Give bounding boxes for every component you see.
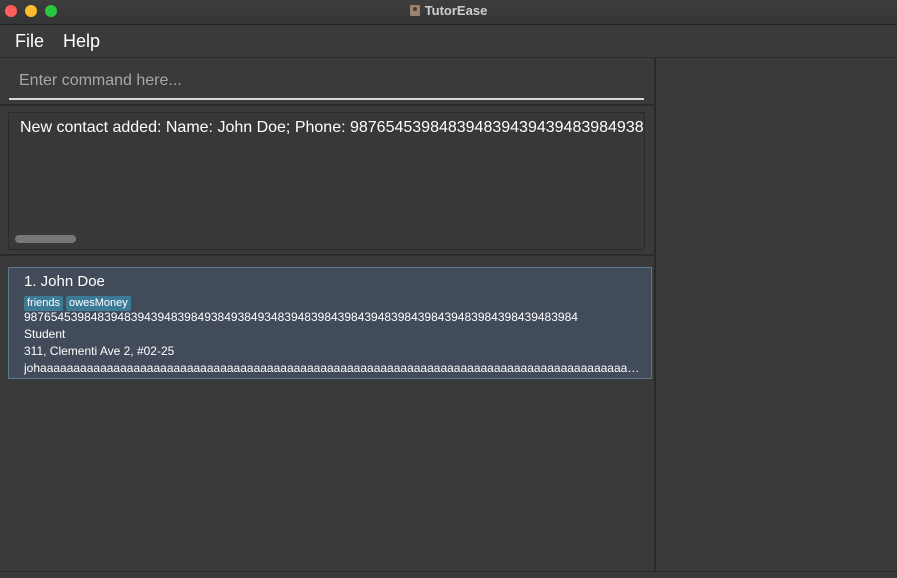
app-icon (409, 5, 420, 16)
title-bar: TutorEase (0, 0, 897, 25)
right-pane (656, 58, 897, 571)
menu-bar: File Help (0, 25, 897, 58)
section-divider-command[interactable] (0, 104, 654, 106)
status-bar (0, 571, 897, 578)
person-phone: 9876545398483948394394839849384938493483… (24, 310, 578, 324)
menu-file[interactable]: File (15, 31, 44, 52)
menu-help[interactable]: Help (63, 31, 100, 52)
tag-friends: friends (24, 296, 64, 311)
person-tags: friends owesMoney (24, 293, 134, 311)
tag-owes-money: owesMoney (66, 296, 131, 311)
person-name: 1. John Doe (24, 273, 105, 290)
window-title: TutorEase (424, 3, 488, 18)
person-card[interactable]: 1. John Doe friends owesMoney 98765453984… (8, 267, 652, 379)
command-box (9, 64, 644, 100)
command-input[interactable] (9, 64, 644, 98)
window-title-container: TutorEase (0, 3, 897, 18)
person-role: Student (24, 327, 66, 341)
app-window: TutorEase File Help New contact added: N… (0, 0, 897, 578)
horizontal-scrollbar-thumb[interactable] (15, 235, 76, 243)
result-display[interactable]: New contact added: Name: John Doe; Phone… (8, 112, 645, 250)
result-text: New contact added: Name: John Doe; Phone… (20, 119, 644, 136)
section-divider-result[interactable] (0, 254, 654, 256)
person-email: johaaaaaaaaaaaaaaaaaaaaaaaaaaaaaaaaaaaaa… (24, 361, 644, 375)
person-address: 311, Clementi Ave 2, #02-25 (24, 344, 175, 358)
